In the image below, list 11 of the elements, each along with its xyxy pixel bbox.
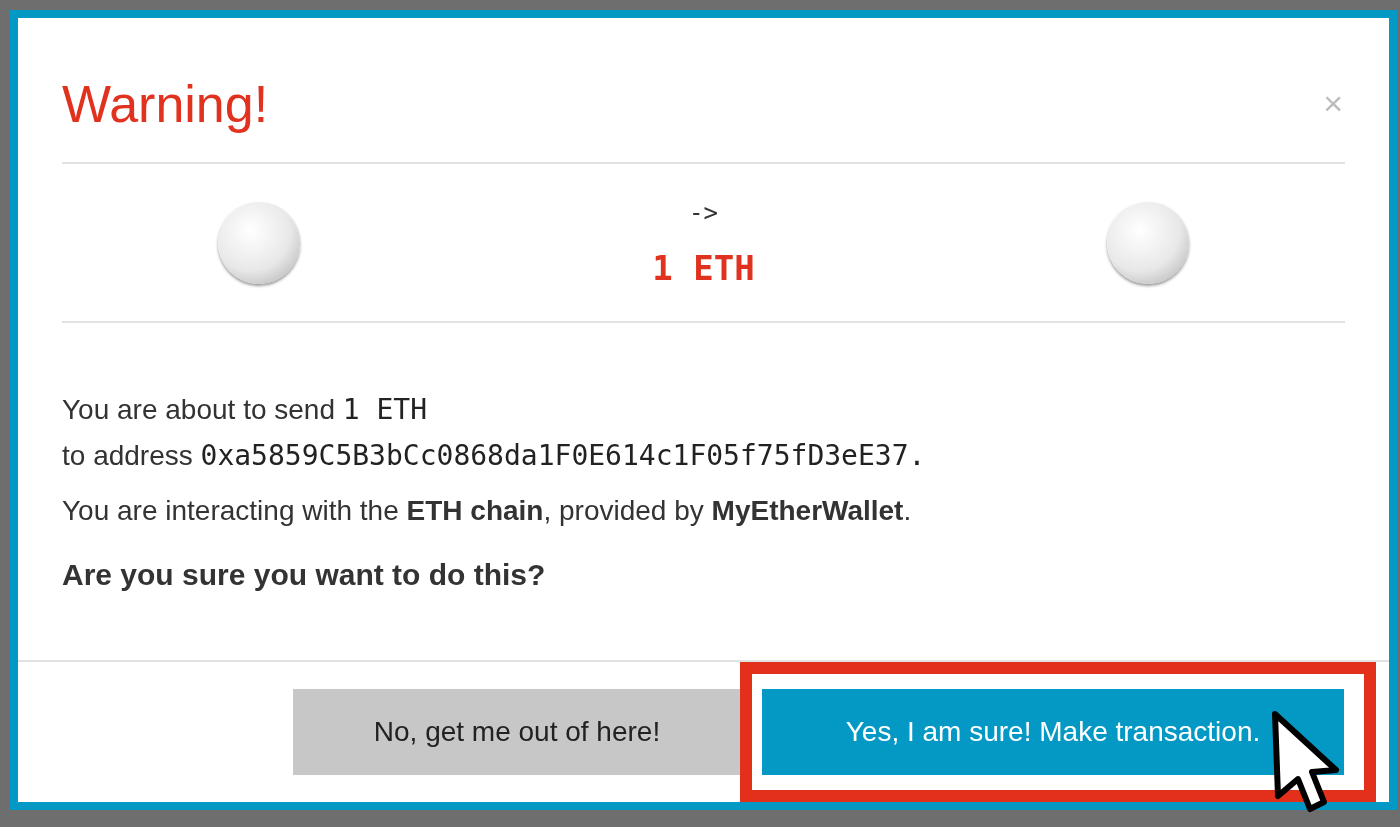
- chain-note: You are interacting with the ETH chain, provided by MyEtherWallet.: [62, 494, 913, 528]
- message-line: You are about to send 1 ETH: [62, 392, 429, 428]
- amount-text: 1 ETH: [652, 250, 755, 285]
- close-button[interactable]: ×: [1323, 86, 1343, 120]
- message-line: to address 0xa5859C5B3bCc0868da1F0E614c1F05f75fD3eE37.: [62, 438, 927, 474]
- confirmation-question: Are you sure you want to do this?: [62, 557, 547, 593]
- cancel-button[interactable]: No, get me out of here!: [293, 689, 741, 775]
- confirm-button[interactable]: Yes, I am sure! Make transaction.: [762, 689, 1344, 775]
- direction-arrow: ->: [689, 200, 718, 225]
- avatar-icon: [218, 201, 300, 284]
- avatar-icon: [1107, 201, 1189, 284]
